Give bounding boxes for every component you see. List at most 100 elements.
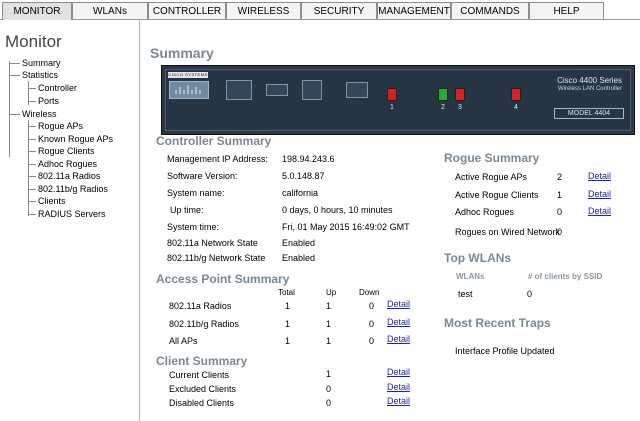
trap-item: Interface Profile Updated <box>455 346 555 356</box>
rogues-wired-label: Rogues on Wired Network <box>455 227 561 237</box>
sidebar-item-adhoc-rogues[interactable]: Adhoc Rogues <box>38 159 97 169</box>
tab-wireless[interactable]: WIRELESS <box>226 2 301 19</box>
wlan-row-name[interactable]: test <box>458 289 473 299</box>
recent-traps-title: Most Recent Traps <box>444 316 551 330</box>
sidebar-item-known-rogue-aps[interactable]: Known Rogue APs <box>38 134 113 144</box>
adhoc-rogues-detail-link[interactable]: Detail <box>588 206 611 216</box>
disabled-clients-detail-link[interactable]: Detail <box>387 396 410 406</box>
ap-80211bg-detail-link[interactable]: Detail <box>387 317 410 327</box>
tab-commands[interactable]: COMMANDS <box>451 2 529 19</box>
page-title: Summary <box>150 45 214 61</box>
port-2-indicator <box>438 88 448 101</box>
ap-row-80211a-up: 1 <box>326 301 332 311</box>
system-name-label: System name: <box>167 188 225 198</box>
port-1-indicator <box>387 88 397 101</box>
tree-branch <box>9 63 20 64</box>
tab-management[interactable]: MANAGEMENT <box>377 2 451 19</box>
sidebar-item-ports[interactable]: Ports <box>38 96 59 106</box>
80211bg-state-value: Enabled <box>282 253 316 263</box>
adhoc-rogues-label: Adhoc Rogues <box>455 207 515 217</box>
ap-down-header: Down <box>359 288 380 297</box>
top-navigation: MONITOR WLANs CONTROLLER WIRELESS SECURI… <box>0 0 640 20</box>
tree-branch <box>28 101 36 102</box>
port-4-indicator <box>511 88 521 101</box>
excluded-clients-label: Excluded Clients <box>169 384 237 394</box>
80211a-state-value: Enabled <box>282 238 316 248</box>
tree-branch <box>28 214 36 215</box>
sidebar: Monitor Summary Statistics Controller Po… <box>0 21 140 421</box>
mgmt-ip-label: Management IP Address: <box>167 154 268 164</box>
ap-summary-title: Access Point Summary <box>156 272 290 286</box>
ap-total-header: Total <box>278 288 295 297</box>
sidebar-item-statistics[interactable]: Statistics <box>22 70 58 80</box>
device-status-panel <box>302 80 322 100</box>
wlan-row-clients: 0 <box>527 289 533 299</box>
ap-row-all-down: 0 <box>369 336 375 346</box>
sidebar-item-rogue-aps[interactable]: Rogue APs <box>38 121 83 131</box>
ap-row-80211a-total: 1 <box>285 301 291 311</box>
tab-security[interactable]: SECURITY <box>301 2 377 19</box>
port-1-label: 1 <box>390 104 394 111</box>
port-3-indicator <box>455 88 465 101</box>
active-rogue-aps-detail-link[interactable]: Detail <box>588 171 611 181</box>
ap-80211a-detail-link[interactable]: Detail <box>387 299 410 309</box>
tab-wlans[interactable]: WLANs <box>72 2 148 19</box>
device-subtitle: Wireless LAN Controller <box>557 86 622 92</box>
80211a-state-label: 802.11a Network State <box>167 238 258 248</box>
system-name-value: california <box>282 188 319 198</box>
current-clients-label: Current Clients <box>169 370 230 380</box>
port-4-label: 4 <box>514 104 518 111</box>
top-wlans-title: Top WLANs <box>444 251 512 265</box>
client-summary-title: Client Summary <box>156 354 248 368</box>
ap-row-all-total: 1 <box>285 336 291 346</box>
tree-branch <box>28 139 36 140</box>
ap-row-80211a-label: 802.11a Radios <box>169 301 232 311</box>
sidebar-item-rogue-clients[interactable]: Rogue Clients <box>38 146 95 156</box>
device-service-port <box>226 80 252 100</box>
tree-branch <box>28 88 36 89</box>
excluded-clients-detail-link[interactable]: Detail <box>387 382 410 392</box>
current-clients-value: 1 <box>326 369 332 379</box>
sidebar-item-80211bg-radios[interactable]: 802.11b/g Radios <box>38 184 108 194</box>
sidebar-item-controller[interactable]: Controller <box>38 83 77 93</box>
port-3-label: 3 <box>458 104 462 111</box>
sidebar-title: Monitor <box>5 32 62 51</box>
ap-row-80211bg-down: 0 <box>369 319 375 329</box>
ap-row-80211bg-label: 802.11b/g Radios <box>169 319 239 329</box>
clients-by-ssid-header: # of clients by SSID <box>528 272 603 281</box>
mgmt-ip-value: 198.94.243.6 <box>282 154 335 164</box>
tree-branch <box>28 164 36 165</box>
sidebar-item-summary[interactable]: Summary <box>22 58 61 68</box>
ap-all-detail-link[interactable]: Detail <box>387 334 410 344</box>
ap-row-all-up: 1 <box>326 336 332 346</box>
active-rogue-aps-label: Active Rogue APs <box>455 172 528 182</box>
tree-branch <box>28 189 36 190</box>
ap-row-80211a-down: 0 <box>369 301 375 311</box>
active-rogue-clients-detail-link[interactable]: Detail <box>588 189 611 199</box>
rogues-wired-value: 0 <box>557 227 563 237</box>
sidebar-item-clients[interactable]: Clients <box>38 196 66 206</box>
tab-help[interactable]: HELP <box>529 2 604 19</box>
sidebar-item-radius-servers[interactable]: RADIUS Servers <box>38 209 106 219</box>
tab-controller[interactable]: CONTROLLER <box>148 2 226 19</box>
tree-branch <box>9 75 20 76</box>
sidebar-item-wireless[interactable]: Wireless <box>22 109 57 119</box>
80211bg-state-label: 802.11b/g Network State <box>167 253 266 263</box>
ap-row-80211bg-total: 1 <box>285 319 291 329</box>
device-model-name: Cisco 4400 Series <box>557 76 622 85</box>
rogue-summary-title: Rogue Summary <box>444 151 540 165</box>
device-logo-panel <box>169 81 209 99</box>
up-time-label: Up time: <box>170 205 204 215</box>
port-2-label: 2 <box>441 104 445 111</box>
controller-summary-title: Controller Summary <box>156 134 272 148</box>
wlans-column-header: WLANs <box>456 272 485 281</box>
device-model-box: MODEL 4404 <box>554 108 624 119</box>
active-rogue-aps-value: 2 <box>557 172 563 182</box>
software-version-value: 5.0.148.87 <box>282 171 325 181</box>
controller-device-image: CISCO SYSTEMS 1 2 3 4 Cisco 4400 Series … <box>161 65 635 135</box>
current-clients-detail-link[interactable]: Detail <box>387 367 410 377</box>
sidebar-item-80211a-radios[interactable]: 802.11a Radios <box>38 171 100 181</box>
system-time-value: Fri, 01 May 2015 16:49:02 GMT <box>282 222 410 232</box>
tab-monitor[interactable]: MONITOR <box>2 2 72 20</box>
device-utility-port <box>346 82 368 98</box>
